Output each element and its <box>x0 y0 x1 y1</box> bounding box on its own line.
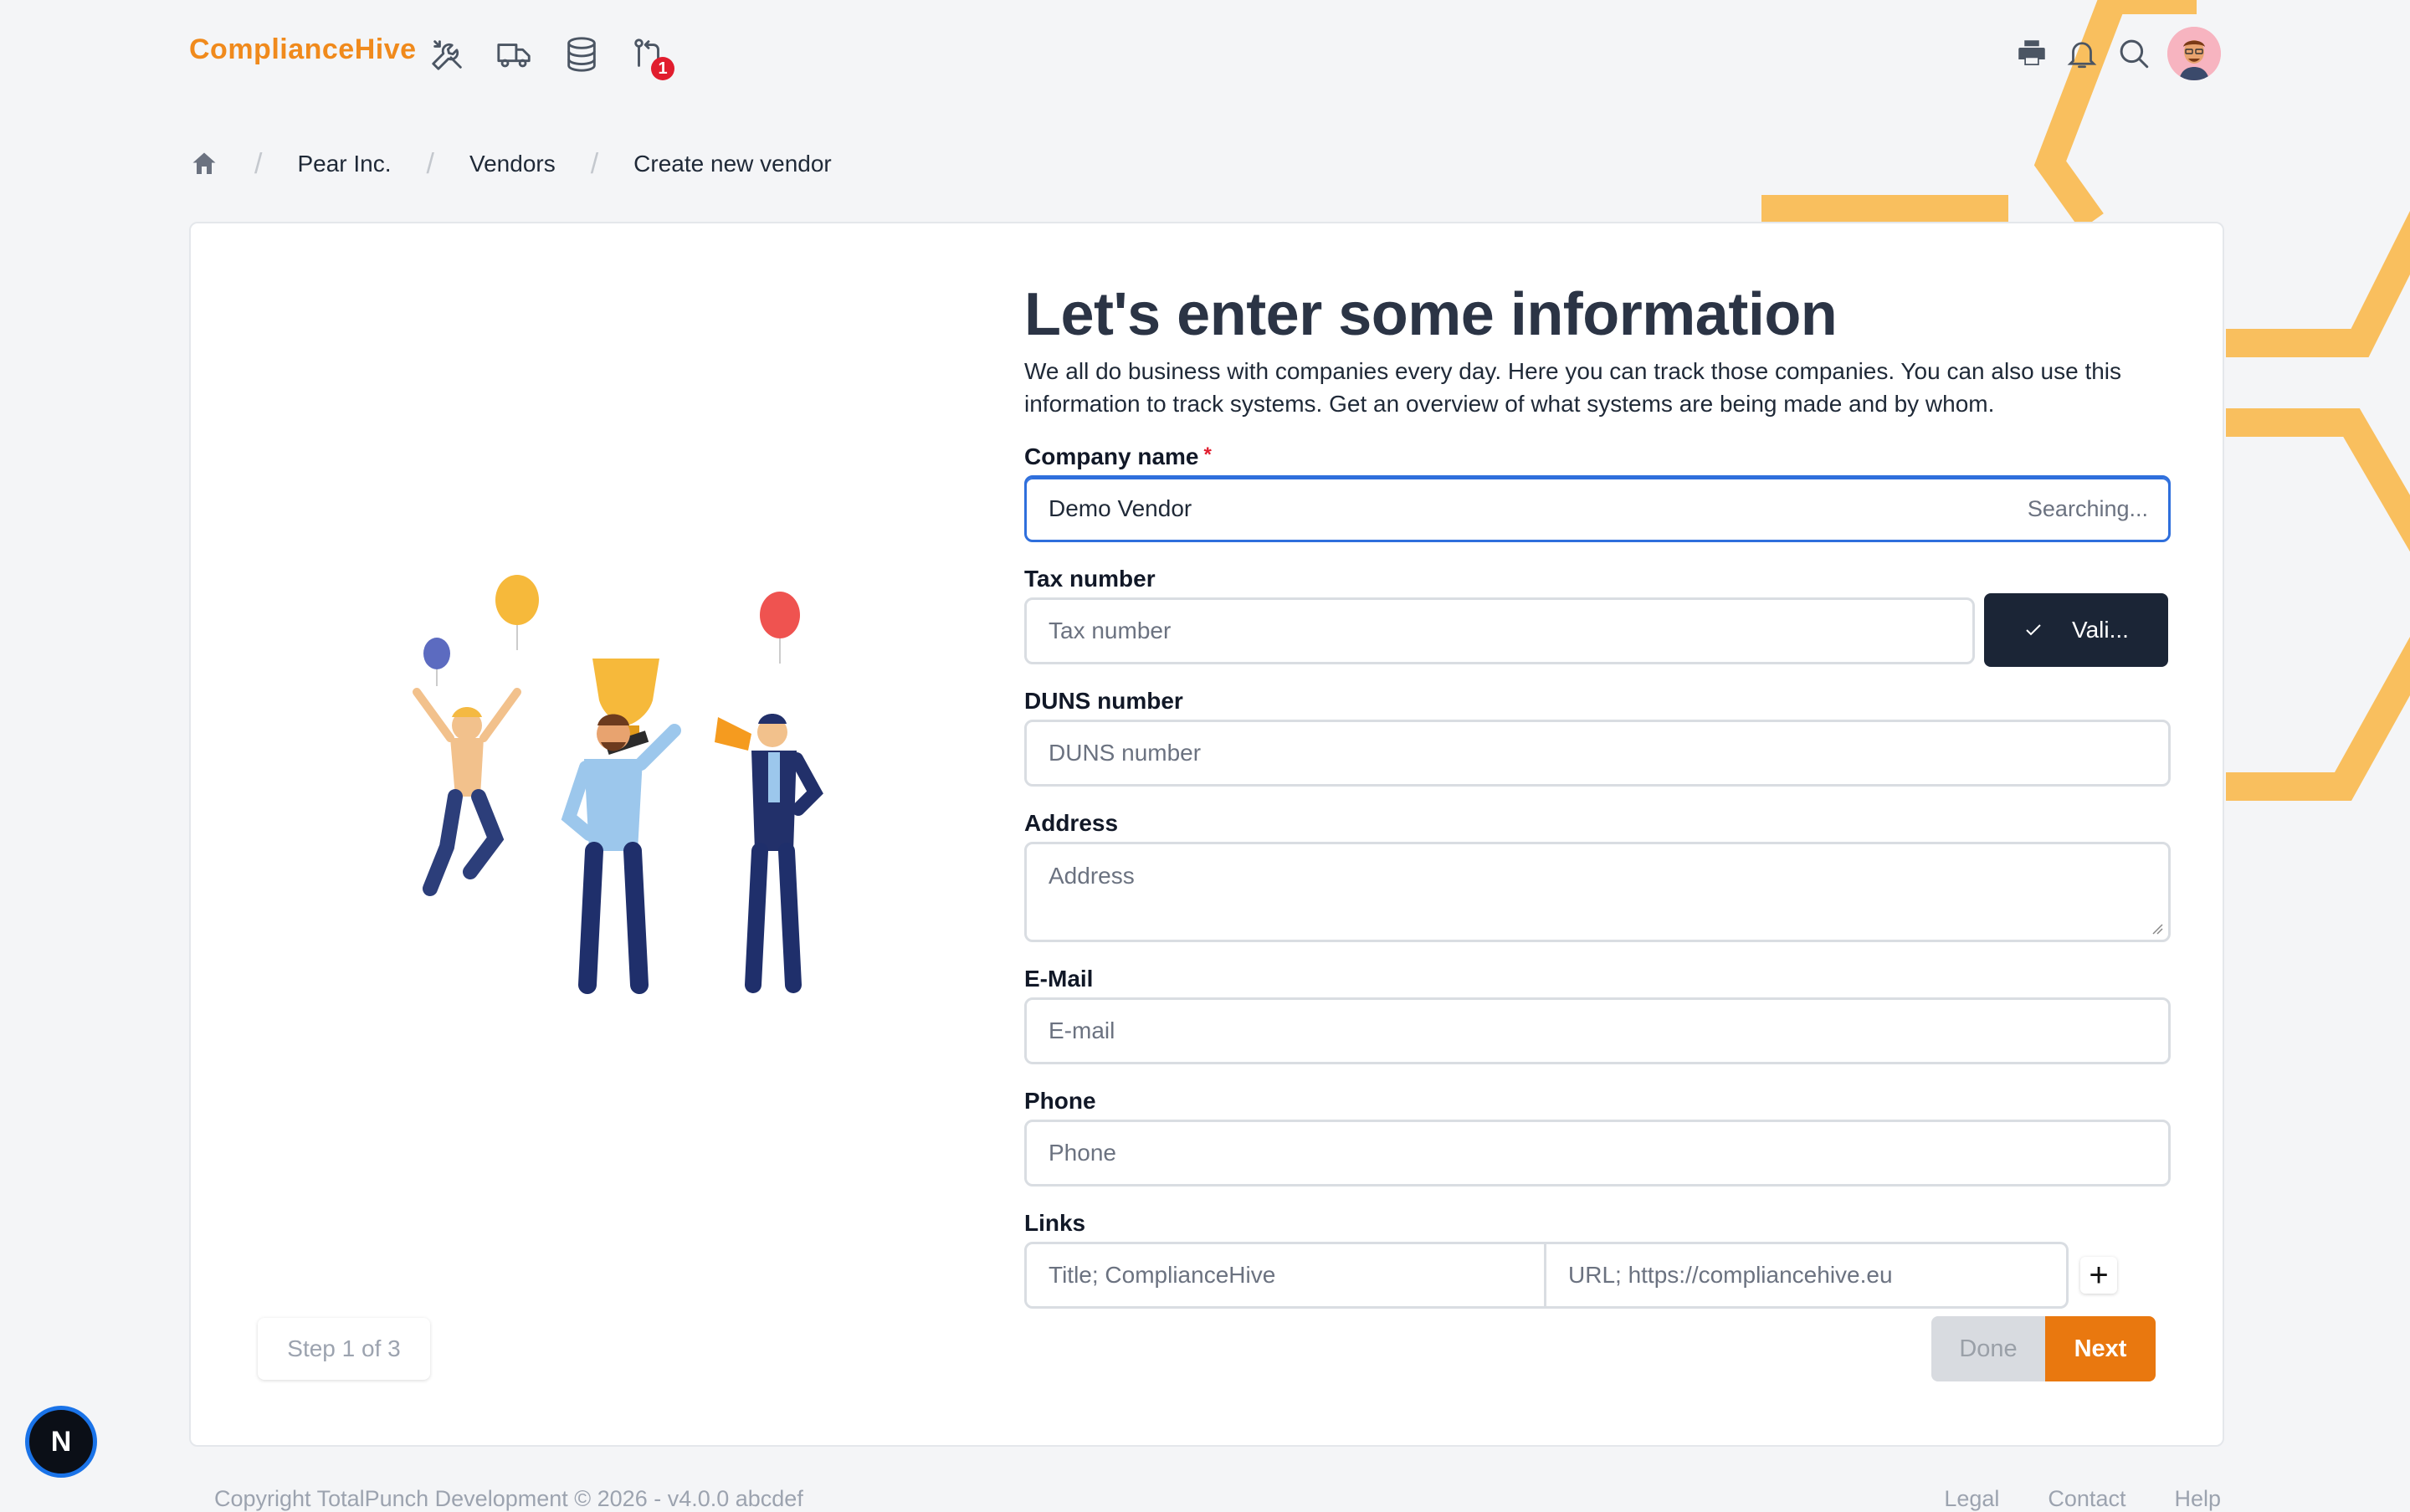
footer-link-legal[interactable]: Legal <box>1944 1486 1999 1512</box>
truck-icon[interactable] <box>494 33 536 75</box>
breadcrumb-item-organization[interactable]: Pear Inc. <box>297 151 391 177</box>
links-label: Links <box>1024 1210 1086 1237</box>
tools-icon[interactable] <box>427 33 469 75</box>
printer-icon[interactable] <box>2012 33 2052 74</box>
breadcrumb: / Pear Inc. / Vendors / Create new vendo… <box>189 147 832 181</box>
logo[interactable]: ComplianceHive <box>189 33 417 66</box>
email-input[interactable]: E-mail <box>1024 997 2171 1065</box>
done-button[interactable]: Done <box>1931 1316 2045 1381</box>
search-icon[interactable] <box>2114 33 2154 74</box>
required-marker: * <box>1203 443 1212 467</box>
wizard-button-group: Done Next <box>1931 1316 2156 1381</box>
tax-number-label: Tax number <box>1024 566 1156 592</box>
notification-badge: 1 <box>651 57 674 80</box>
top-navigation-bar: ComplianceHive 1 <box>0 0 2410 109</box>
link-url-input[interactable]: URL; https://compliancehive.eu <box>1546 1242 2069 1310</box>
logo-text: ComplianceHive <box>189 33 417 65</box>
add-link-button[interactable]: + <box>2080 1257 2117 1294</box>
step-indicator: Step 1 of 3 <box>258 1318 430 1380</box>
link-title-input[interactable]: Title; ComplianceHive <box>1024 1242 1546 1310</box>
breadcrumb-item-vendors[interactable]: Vendors <box>469 151 556 177</box>
address-placeholder: Address <box>1049 863 1135 889</box>
page-title: Let's enter some information <box>1024 281 1838 348</box>
breadcrumb-item-current: Create new vendor <box>633 151 832 177</box>
address-label: Address <box>1024 810 1119 837</box>
dev-tools-badge[interactable]: N <box>25 1406 97 1478</box>
celebration-illustration <box>413 575 823 994</box>
bell-icon[interactable] <box>2062 33 2102 74</box>
phone-label: Phone <box>1024 1088 1096 1115</box>
phone-placeholder: Phone <box>1049 1140 1116 1166</box>
duns-number-input[interactable]: DUNS number <box>1024 720 2171 787</box>
next-button[interactable]: Next <box>2045 1316 2156 1381</box>
footer-links: Legal Contact Help <box>1944 1486 2221 1512</box>
validate-button[interactable]: Vali... <box>1984 593 2168 668</box>
footer-link-contact[interactable]: Contact <box>2048 1486 2125 1512</box>
search-status: Searching... <box>2027 496 2148 522</box>
email-placeholder: E-mail <box>1049 1017 1115 1044</box>
home-icon[interactable] <box>189 149 219 179</box>
dev-badge-label: N <box>50 1425 72 1458</box>
footer-copyright: Copyright TotalPunch Development © 2026 … <box>214 1486 803 1511</box>
vendor-wizard-card: Let's enter some information We all do b… <box>189 222 2224 1447</box>
company-name-label: Company name * <box>1024 443 1212 470</box>
resize-handle-icon[interactable] <box>2151 923 2163 935</box>
link-title-placeholder: Title; ComplianceHive <box>1049 1262 1276 1289</box>
git-compare-icon[interactable]: 1 <box>628 33 674 80</box>
vendor-form: Let's enter some information We all do b… <box>1024 281 2171 1310</box>
duns-number-placeholder: DUNS number <box>1049 740 1202 766</box>
email-label: E-Mail <box>1024 966 1094 992</box>
phone-input[interactable]: Phone <box>1024 1120 2171 1187</box>
company-name-input[interactable]: Demo Vendor Searching... <box>1024 475 2171 543</box>
duns-number-label: DUNS number <box>1024 688 1183 715</box>
user-avatar[interactable] <box>2167 27 2221 80</box>
links-row: Title; ComplianceHive URL; https://compl… <box>1024 1242 2171 1310</box>
database-icon[interactable] <box>561 33 602 75</box>
tax-number-placeholder: Tax number <box>1049 618 1172 644</box>
breadcrumb-separator: / <box>254 147 263 180</box>
check-icon <box>2026 624 2041 636</box>
plus-icon: + <box>2089 1256 2109 1294</box>
address-textarea[interactable]: Address <box>1024 842 2171 943</box>
validate-label: Vali... <box>2072 617 2129 643</box>
tax-number-input[interactable]: Tax number Vali... <box>1024 593 2168 668</box>
footer-link-help[interactable]: Help <box>2174 1486 2221 1512</box>
company-name-value: Demo Vendor <box>1049 495 1192 522</box>
breadcrumb-separator: / <box>426 147 434 180</box>
link-url-placeholder: URL; https://compliancehive.eu <box>1568 1262 1893 1289</box>
page-description: We all do business with companies every … <box>1024 358 2122 418</box>
breadcrumb-separator: / <box>590 147 599 180</box>
